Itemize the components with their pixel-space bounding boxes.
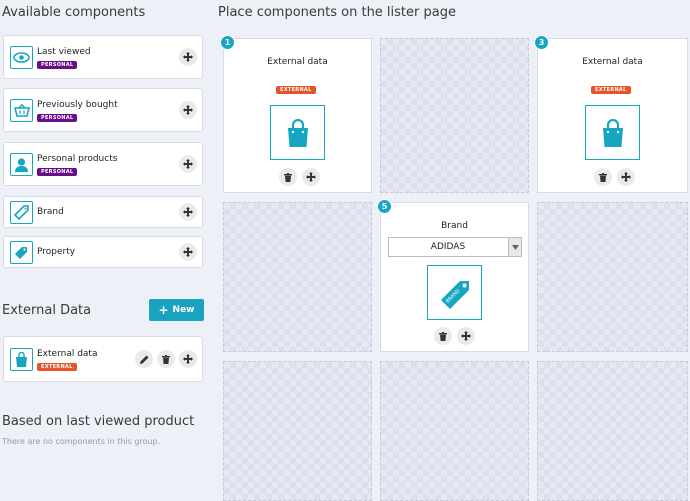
personal-badge: PERSONAL: [37, 168, 78, 176]
shopping-bag-icon: [10, 348, 33, 371]
shopping-bag-icon: [585, 105, 640, 160]
card-title: External data: [267, 57, 328, 67]
brand-tag-icon: BRAND: [427, 265, 482, 320]
move-icon[interactable]: [457, 327, 475, 345]
component-label: Previously bought: [37, 100, 118, 110]
empty-slot-9[interactable]: [537, 361, 688, 501]
external-badge: EXTERNAL: [37, 363, 77, 371]
move-icon[interactable]: [617, 168, 635, 186]
slot-number-badge: 3: [534, 35, 549, 50]
move-icon[interactable]: [179, 155, 197, 173]
component-label: Last viewed: [37, 47, 91, 57]
available-components-heading: Available components: [2, 5, 146, 20]
user-icon: [10, 153, 33, 176]
empty-slot-8[interactable]: [380, 361, 529, 501]
brand-select-value: ADIDAS: [430, 242, 466, 252]
basket-icon: [10, 99, 33, 122]
trash-icon[interactable]: [434, 327, 452, 345]
move-icon[interactable]: [179, 350, 197, 368]
shopping-bag-icon: [270, 105, 325, 160]
eye-icon: [10, 46, 33, 69]
move-icon[interactable]: [302, 168, 320, 186]
component-label: Property: [37, 247, 76, 257]
new-button-label: New: [172, 305, 195, 315]
empty-group-text: There are no components in this group.: [2, 437, 161, 446]
new-button[interactable]: + New: [149, 299, 204, 321]
slot-number-badge: 1: [220, 35, 235, 50]
based-on-last-viewed-heading: Based on last viewed product: [2, 414, 195, 429]
component-property[interactable]: Property: [3, 236, 203, 268]
move-icon[interactable]: [179, 243, 197, 261]
placed-card-1[interactable]: External data EXTERNAL: [223, 38, 372, 193]
move-icon[interactable]: [179, 101, 197, 119]
move-icon[interactable]: [179, 48, 197, 66]
personal-badge: PERSONAL: [37, 114, 78, 122]
tag-icon: [10, 201, 33, 224]
personal-badge: PERSONAL: [37, 61, 78, 69]
slot-number-badge: 5: [377, 199, 392, 214]
edit-icon[interactable]: [135, 350, 153, 368]
empty-slot-4[interactable]: [223, 202, 372, 352]
trash-icon[interactable]: [279, 168, 297, 186]
placed-card-5[interactable]: Brand ADIDAS BRAND: [380, 202, 529, 352]
component-previously-bought[interactable]: Previously bought PERSONAL: [3, 88, 203, 132]
brand-select[interactable]: ADIDAS: [388, 237, 522, 257]
placed-card-3[interactable]: External data EXTERNAL: [537, 38, 688, 193]
empty-slot-2[interactable]: [380, 38, 529, 193]
component-label: Brand: [37, 207, 64, 217]
component-last-viewed[interactable]: Last viewed PERSONAL: [3, 35, 203, 79]
empty-slot-7[interactable]: [223, 361, 372, 501]
empty-slot-6[interactable]: [537, 202, 688, 352]
component-personal-products[interactable]: Personal products PERSONAL: [3, 142, 203, 186]
card-title: Brand: [441, 221, 468, 231]
component-label: External data: [37, 349, 98, 359]
external-data-item[interactable]: External data EXTERNAL: [3, 336, 203, 382]
card-title: External data: [582, 57, 643, 67]
trash-icon[interactable]: [157, 350, 175, 368]
plus-icon: +: [158, 303, 169, 317]
lister-page-heading: Place components on the lister page: [218, 5, 456, 20]
move-icon[interactable]: [179, 203, 197, 221]
external-badge: EXTERNAL: [591, 86, 631, 94]
external-data-heading: External Data: [2, 303, 92, 318]
component-label: Personal products: [37, 154, 118, 164]
label-icon: [10, 241, 33, 264]
component-brand[interactable]: Brand: [3, 196, 203, 228]
external-badge: EXTERNAL: [276, 86, 316, 94]
trash-icon[interactable]: [594, 168, 612, 186]
chevron-down-icon[interactable]: [508, 238, 521, 256]
